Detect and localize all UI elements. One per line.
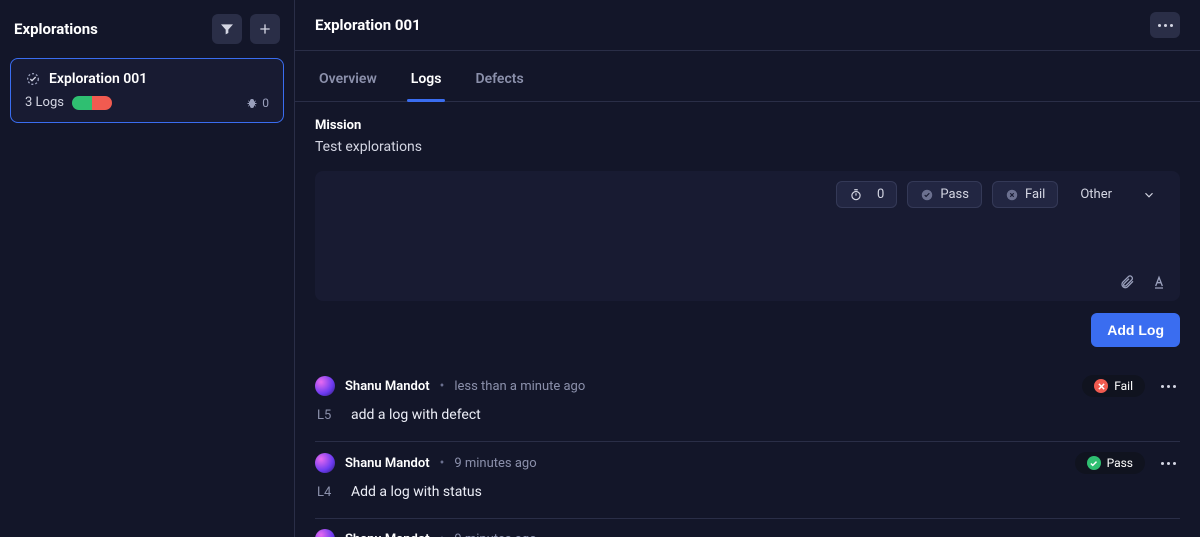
pass-chip[interactable]: Pass <box>907 181 982 208</box>
log-more-button[interactable] <box>1157 383 1180 390</box>
mission-label: Mission <box>315 118 1180 133</box>
x-circle-icon <box>1005 188 1019 202</box>
log-time: 9 minutes ago <box>454 532 536 537</box>
x-icon <box>1097 382 1106 391</box>
main-header: Exploration 001 <box>295 0 1200 51</box>
log-entry: Shanu Mandot • less than a minute ago Fa… <box>315 365 1180 442</box>
avatar <box>315 376 335 396</box>
exploration-card[interactable]: Exploration 001 3 Logs 0 <box>10 58 284 123</box>
defect-count-value: 0 <box>262 96 269 110</box>
mission-text: Test explorations <box>315 139 1180 155</box>
status-badge-label: Pass <box>1107 456 1133 470</box>
log-entry: Shanu Mandot • 9 minutes ago L3 Add a lo… <box>315 519 1180 537</box>
fail-chip[interactable]: Fail <box>992 181 1058 208</box>
status-badge-fail: Fail <box>1082 375 1145 397</box>
status-badge-label: Fail <box>1114 379 1133 393</box>
other-select-label: Other <box>1080 187 1112 202</box>
status-pill <box>72 96 112 110</box>
avatar <box>315 453 335 473</box>
log-author: Shanu Mandot <box>345 456 430 471</box>
avatar <box>315 529 335 537</box>
more-icon <box>1158 24 1173 27</box>
logs-count-label: 3 Logs <box>25 95 64 110</box>
other-select[interactable]: Other <box>1068 182 1168 207</box>
pass-chip-label: Pass <box>940 187 969 202</box>
checkmark-badge-icon <box>25 71 41 87</box>
defect-count: 0 <box>246 96 269 110</box>
sidebar-title: Explorations <box>14 20 98 38</box>
exploration-title: Exploration 001 <box>49 71 147 87</box>
sidebar-header: Explorations <box>10 10 284 58</box>
page-title: Exploration 001 <box>315 16 421 34</box>
timer-value: 0 <box>877 187 884 202</box>
attach-button[interactable] <box>1118 273 1136 291</box>
tabs: Overview Logs Defects <box>295 57 1200 102</box>
log-composer[interactable]: 0 Pass Fail Other <box>315 171 1180 301</box>
paperclip-icon <box>1119 274 1135 290</box>
log-time: less than a minute ago <box>454 379 585 394</box>
bug-icon <box>246 97 258 109</box>
filter-button[interactable] <box>212 14 242 44</box>
sidebar: Explorations Exploration 001 <box>0 0 295 537</box>
status-badge-pass: Pass <box>1075 452 1145 474</box>
tab-overview[interactable]: Overview <box>315 57 381 101</box>
tab-logs[interactable]: Logs <box>407 57 446 101</box>
add-log-button[interactable]: Add Log <box>1091 313 1180 347</box>
plus-icon <box>257 21 273 37</box>
chevron-down-icon <box>1142 188 1156 202</box>
main: Exploration 001 Overview Logs Defects Mi… <box>295 0 1200 537</box>
fail-chip-label: Fail <box>1025 187 1045 202</box>
add-exploration-button[interactable] <box>250 14 280 44</box>
log-id: L5 <box>317 408 337 423</box>
log-message: Add a log with status <box>351 484 482 500</box>
tab-defects[interactable]: Defects <box>471 57 527 101</box>
content: Mission Test explorations 0 Pass Fail <box>295 102 1200 537</box>
log-entry: Shanu Mandot • 9 minutes ago Pass L4 <box>315 442 1180 519</box>
log-message: add a log with defect <box>351 407 481 423</box>
log-more-button[interactable] <box>1157 460 1180 467</box>
page-more-button[interactable] <box>1150 12 1180 38</box>
log-author: Shanu Mandot <box>345 532 430 537</box>
stopwatch-icon <box>849 188 863 202</box>
timer-chip[interactable]: 0 <box>836 181 897 208</box>
text-format-icon <box>1151 274 1167 290</box>
filter-icon <box>219 21 235 37</box>
log-time: 9 minutes ago <box>454 456 536 471</box>
format-button[interactable] <box>1150 273 1168 291</box>
log-id: L4 <box>317 485 337 500</box>
check-circle-icon <box>920 188 934 202</box>
log-author: Shanu Mandot <box>345 379 430 394</box>
check-icon <box>1089 459 1098 468</box>
